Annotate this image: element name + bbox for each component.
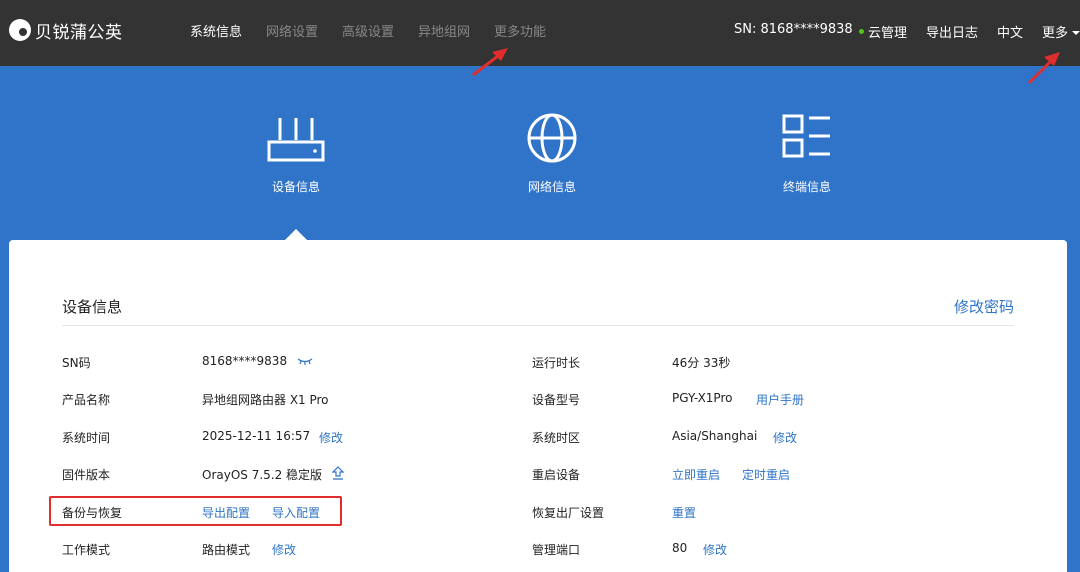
logo-icon	[9, 19, 31, 41]
edit-work-mode-link[interactable]: 修改	[272, 541, 296, 558]
label-product-name: 产品名称	[62, 393, 111, 407]
sn-display: SN: 8168****9838	[734, 22, 853, 37]
user-manual-link[interactable]: 用户手册	[756, 391, 804, 408]
value-admin-port: 80	[672, 541, 688, 555]
label-device-model: 设备型号	[532, 393, 581, 407]
value-product-name: 异地组网路由器 X1 Pro	[202, 393, 329, 407]
reboot-now-link[interactable]: 立即重启	[672, 466, 720, 483]
label-system-time: 系统时间	[62, 431, 111, 445]
globe-icon	[527, 113, 577, 163]
divider	[62, 325, 1014, 326]
value-device-model: PGY-X1Pro	[672, 391, 733, 405]
label-factory-reset: 恢复出厂设置	[532, 506, 605, 520]
label-work-mode: 工作模式	[62, 543, 111, 557]
export-log-link[interactable]: 导出日志	[926, 22, 978, 41]
label-reboot-device: 重启设备	[532, 468, 581, 482]
more-menu[interactable]: 更多	[1042, 22, 1080, 41]
label-backup-restore: 备份与恢复	[62, 506, 123, 520]
label-sn: SN码	[62, 356, 91, 370]
value-system-time: 2025-12-11 16:57	[202, 429, 311, 443]
cloud-manage-label: 云管理	[868, 26, 908, 41]
tab-terminal-info-label: 终端信息	[782, 180, 831, 194]
tab-terminal-info[interactable]: 终端信息	[747, 110, 867, 195]
caret-down-icon	[1072, 30, 1080, 35]
annotation-arrow-icon	[1027, 52, 1060, 85]
value-firmware-version: OrayOS 7.5.2 稳定版	[202, 468, 323, 482]
export-config-link[interactable]: 导出配置	[202, 504, 250, 521]
edit-admin-port-link[interactable]: 修改	[703, 541, 727, 558]
list-icon	[782, 114, 830, 158]
nav-more-features[interactable]: 更多功能	[494, 21, 546, 40]
label-timezone: 系统时区	[532, 431, 581, 445]
tab-device-info-label: 设备信息	[271, 180, 320, 194]
edit-timezone-link[interactable]: 修改	[773, 429, 797, 446]
label-admin-port: 管理端口	[532, 543, 581, 557]
more-menu-label: 更多	[1042, 26, 1069, 41]
tab-device-info[interactable]: 设备信息	[236, 110, 356, 195]
nav-system-info[interactable]: 系统信息	[190, 21, 242, 40]
top-navigation-bar: 贝锐蒲公英 系统信息 网络设置 高级设置 异地组网 更多功能 SN: 8168*…	[0, 0, 1080, 66]
brand-logo[interactable]: 贝锐蒲公英	[9, 18, 123, 43]
change-password-link[interactable]: 修改密码	[954, 296, 1014, 317]
import-config-link[interactable]: 导入配置	[272, 504, 320, 521]
device-info-card: 设备信息 修改密码 SN码 8168****9838 产品名称 异地组网路由器 …	[9, 240, 1067, 572]
value-sn: 8168****9838	[202, 354, 288, 368]
upgrade-icon[interactable]	[332, 466, 344, 481]
edit-system-time-link[interactable]: 修改	[319, 429, 343, 446]
language-selector[interactable]: 中文	[997, 22, 1023, 41]
label-firmware-version: 固件版本	[62, 468, 111, 482]
nav-advanced-settings[interactable]: 高级设置	[342, 21, 394, 40]
cloud-manage-link[interactable]: 云管理	[859, 22, 907, 41]
card-title: 设备信息	[62, 298, 123, 316]
annotation-arrow-icon	[472, 48, 508, 77]
nav-remote-networking[interactable]: 异地组网	[418, 21, 470, 40]
label-uptime: 运行时长	[532, 356, 581, 370]
active-tab-pointer	[285, 229, 307, 240]
eye-closed-icon[interactable]	[297, 356, 313, 366]
brand-name: 贝锐蒲公英	[35, 22, 123, 43]
online-status-dot	[859, 29, 864, 34]
factory-reset-link[interactable]: 重置	[672, 504, 696, 521]
router-icon	[267, 118, 325, 162]
tab-network-info[interactable]: 网络信息	[492, 110, 612, 195]
nav-network-settings[interactable]: 网络设置	[266, 21, 318, 40]
tab-network-info-label: 网络信息	[527, 180, 576, 194]
value-work-mode: 路由模式	[202, 543, 251, 557]
value-timezone: Asia/Shanghai	[672, 429, 758, 443]
scheduled-reboot-link[interactable]: 定时重启	[742, 466, 790, 483]
value-uptime: 46分 33秒	[672, 356, 731, 370]
